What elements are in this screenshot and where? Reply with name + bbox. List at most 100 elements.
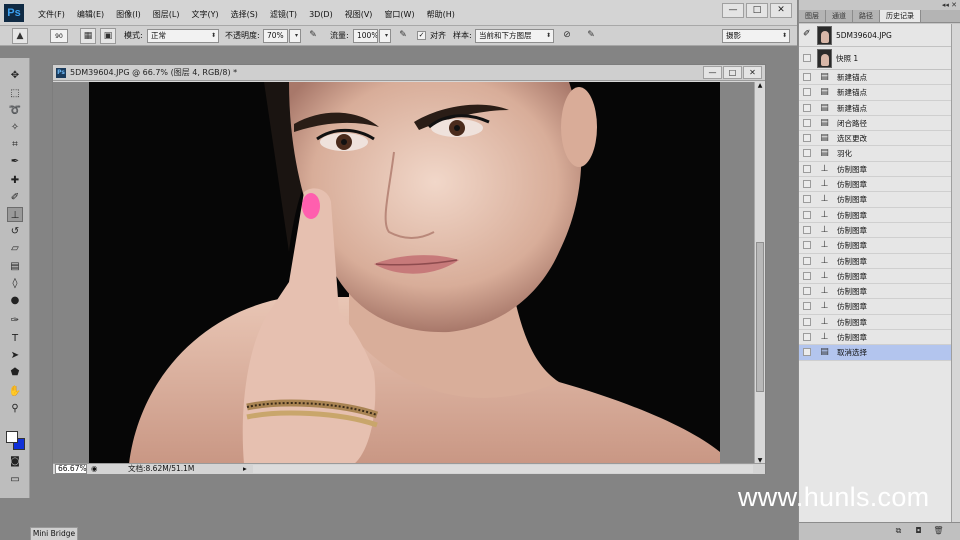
document-maximize-button[interactable]: □	[723, 66, 742, 79]
history-row[interactable]: ▤ 新建锚点	[799, 85, 951, 101]
zoom-level-input[interactable]: 66.67%	[55, 464, 87, 474]
ignore-adjustment-layers-icon[interactable]: ⊘	[559, 28, 575, 44]
tab-history[interactable]: 历史记录	[880, 10, 921, 22]
history-row[interactable]: ⊥ 仿制图章	[799, 254, 951, 269]
tab-paths[interactable]: 路径	[853, 10, 880, 22]
menu-select[interactable]: 选择(S)	[225, 0, 264, 26]
history-row[interactable]: ▤ 羽化	[799, 146, 951, 162]
quick-mask-icon[interactable]: ◙	[7, 454, 23, 469]
blur-tool-icon[interactable]: ◊	[7, 276, 23, 291]
history-source-checkbox[interactable]	[803, 256, 811, 265]
type-tool-icon[interactable]: T	[7, 331, 23, 346]
flow-input[interactable]: 100%	[353, 29, 378, 43]
close-button[interactable]: ✕	[770, 3, 792, 18]
history-brush-source-icon[interactable]: ✐	[803, 29, 811, 39]
trash-icon[interactable]: 🗑	[933, 526, 944, 536]
history-row[interactable]: ▤ 新建锚点	[799, 70, 951, 86]
eraser-tool-icon[interactable]: ▱	[7, 241, 23, 256]
brush-tool-icon[interactable]: ✐	[7, 190, 23, 205]
pressure-size-icon[interactable]: ✎	[583, 28, 599, 44]
path-selection-tool-icon[interactable]: ➤	[7, 348, 23, 363]
history-brush-tool-icon[interactable]: ↺	[7, 224, 23, 239]
dodge-tool-icon[interactable]: ●	[7, 293, 23, 308]
history-source-checkbox[interactable]	[803, 54, 811, 62]
status-menu-icon[interactable]: ◉	[91, 464, 98, 474]
history-source-checkbox[interactable]	[803, 317, 811, 326]
history-source-checkbox[interactable]	[803, 149, 811, 158]
foreground-color-swatch[interactable]	[6, 431, 18, 443]
gradient-tool-icon[interactable]: ▤	[7, 259, 23, 274]
menu-help[interactable]: 帮助(H)	[421, 0, 461, 26]
history-row[interactable]: ▤ 闭合路径	[799, 116, 951, 132]
marquee-tool-icon[interactable]: ⬚	[7, 86, 23, 101]
history-source-checkbox[interactable]	[803, 118, 811, 127]
history-source-checkbox[interactable]	[803, 287, 811, 296]
vertical-scrollbar[interactable]: ▲ ▼	[754, 82, 765, 464]
pen-tool-icon[interactable]: ✑	[7, 313, 23, 328]
healing-brush-tool-icon[interactable]: ✚	[7, 173, 23, 188]
mode-select[interactable]: 正常 ⬍	[147, 29, 219, 43]
history-source-checkbox[interactable]	[803, 241, 811, 250]
airbrush-icon[interactable]: ✎	[395, 28, 411, 44]
history-source-checkbox[interactable]	[803, 302, 811, 311]
history-source-checkbox[interactable]	[803, 103, 811, 112]
flow-dropdown[interactable]: ▾	[379, 29, 391, 43]
history-row[interactable]: ▤ 取消选择	[799, 345, 951, 361]
minimize-button[interactable]: —	[722, 3, 744, 18]
history-row[interactable]: ⊥ 仿制图章	[799, 238, 951, 254]
lasso-tool-icon[interactable]: ➰	[7, 103, 23, 118]
menu-3d[interactable]: 3D(D)	[303, 0, 339, 26]
history-source-checkbox[interactable]	[803, 195, 811, 204]
history-source-checkbox[interactable]	[803, 225, 811, 234]
tool-preset-icon[interactable]: ▲	[12, 28, 28, 44]
history-row[interactable]: ⊥ 仿制图章	[799, 192, 951, 208]
image-canvas[interactable]	[89, 82, 720, 464]
menu-edit[interactable]: 编辑(E)	[71, 0, 110, 26]
history-row[interactable]: ⊥ 仿制图章	[799, 223, 951, 239]
history-row[interactable]: ▤ 新建锚点	[799, 101, 951, 116]
history-row[interactable]: ⊥ 仿制图章	[799, 208, 951, 223]
pressure-opacity-icon[interactable]: ✎	[305, 28, 321, 44]
workspace-select[interactable]: 摄影 ⬍	[722, 29, 790, 43]
document-minimize-button[interactable]: —	[703, 66, 722, 79]
history-source-checkbox[interactable]	[803, 271, 811, 280]
new-document-from-state-icon[interactable]: ⧉	[893, 526, 904, 536]
menu-file[interactable]: 文件(F)	[32, 0, 71, 26]
clone-source-icon[interactable]: ▣	[100, 28, 116, 44]
menu-filter[interactable]: 滤镜(T)	[264, 0, 303, 26]
history-row[interactable]: ⊥ 仿制图章	[799, 162, 951, 178]
brush-preset-picker[interactable]: 90	[50, 29, 68, 43]
history-row[interactable]: ⊥ 仿制图章	[799, 269, 951, 285]
zoom-tool-icon[interactable]: ⚲	[7, 401, 23, 416]
opacity-dropdown[interactable]: ▾	[289, 29, 301, 43]
snapshot-row[interactable]: 快照 1	[799, 47, 951, 70]
vertical-scroll-thumb[interactable]	[756, 242, 764, 392]
history-source-checkbox[interactable]	[803, 73, 811, 81]
history-row[interactable]: ⊥ 仿制图章	[799, 284, 951, 300]
move-tool-icon[interactable]: ✥	[7, 68, 23, 83]
opacity-input[interactable]: 70%	[263, 29, 288, 43]
brush-panel-icon[interactable]: ▦	[80, 28, 96, 44]
eyedropper-tool-icon[interactable]: ✒	[7, 154, 23, 169]
history-row[interactable]: ⊥ 仿制图章	[799, 177, 951, 193]
tab-layers[interactable]: 图层	[799, 10, 826, 22]
history-row[interactable]: ⊥ 仿制图章	[799, 315, 951, 331]
document-close-button[interactable]: ✕	[743, 66, 762, 79]
hand-tool-icon[interactable]: ✋	[7, 384, 23, 399]
history-source-checkbox[interactable]	[803, 164, 811, 173]
menu-layer[interactable]: 图层(L)	[147, 0, 186, 26]
history-source-checkbox[interactable]	[803, 333, 811, 342]
history-source-checkbox[interactable]	[803, 210, 811, 219]
shape-tool-icon[interactable]: ⬟	[7, 365, 23, 380]
sample-select[interactable]: 当前和下方图层 ⬍	[475, 29, 554, 43]
aligned-checkbox[interactable]: ✓	[417, 31, 426, 40]
maximize-button[interactable]: □	[746, 3, 768, 18]
mini-bridge-tab[interactable]: Mini Bridge	[30, 527, 78, 540]
camera-icon[interactable]: ◘	[913, 526, 924, 536]
menu-type[interactable]: 文字(Y)	[185, 0, 224, 26]
screen-mode-icon[interactable]: ▭	[7, 472, 23, 487]
horizontal-scrollbar[interactable]	[253, 465, 753, 473]
history-row[interactable]: ▤ 选区更改	[799, 131, 951, 147]
history-source-checkbox[interactable]	[803, 134, 811, 143]
history-row[interactable]: ⊥ 仿制图章	[799, 330, 951, 346]
